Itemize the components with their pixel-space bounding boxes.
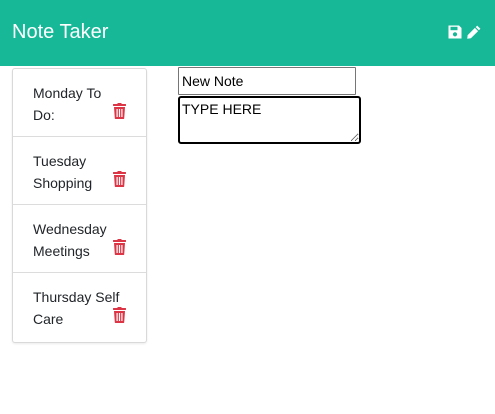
save-icon[interactable]	[447, 24, 463, 40]
note-list: Monday To Do: Tuesday Shopping Wednesday…	[12, 68, 147, 343]
trash-icon[interactable]	[113, 103, 126, 119]
trash-icon[interactable]	[113, 171, 126, 187]
note-title-input[interactable]	[178, 67, 356, 95]
note-title: Tuesday Shopping	[33, 153, 93, 191]
trash-icon[interactable]	[113, 239, 126, 255]
note-title: Wednesday Meetings	[33, 221, 107, 259]
trash-icon[interactable]	[113, 307, 126, 323]
navbar: Note Taker	[0, 0, 495, 66]
list-item[interactable]: Wednesday Meetings	[13, 205, 146, 273]
nav-icons	[447, 24, 482, 42]
list-item[interactable]: Thursday Self Care	[13, 273, 146, 342]
list-item[interactable]: Monday To Do:	[13, 69, 146, 137]
note-title: Thursday Self Care	[33, 289, 120, 327]
app-title[interactable]: Note Taker	[12, 20, 108, 44]
note-title: Monday To Do:	[33, 85, 102, 123]
list-item[interactable]: Tuesday Shopping	[13, 137, 146, 205]
note-text-area[interactable]: TYPE HERE	[178, 96, 361, 144]
pencil-icon[interactable]	[466, 24, 482, 40]
